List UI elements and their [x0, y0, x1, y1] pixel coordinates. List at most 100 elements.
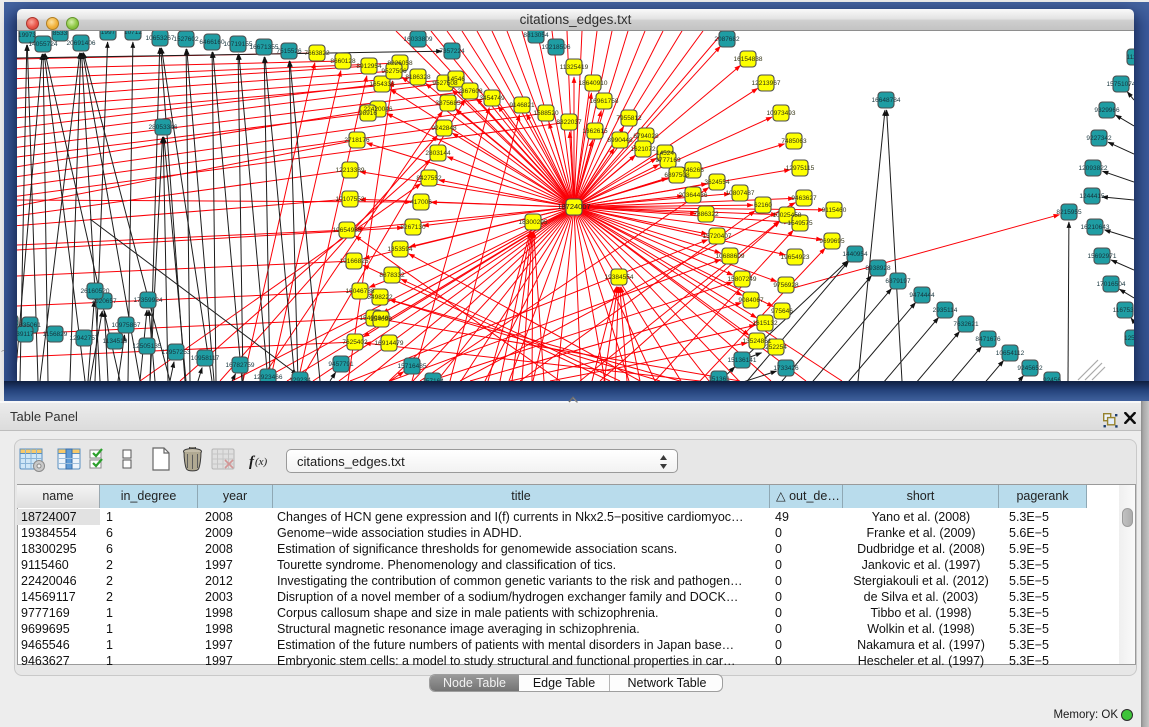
svg-text:8938928: 8938928: [865, 265, 891, 272]
svg-text:8878332: 8878332: [379, 272, 405, 279]
svg-text:8267130: 8267130: [400, 224, 426, 231]
svg-text:9227342: 9227342: [1086, 135, 1112, 142]
svg-text:154099: 154099: [370, 316, 392, 323]
svg-text:8990448: 8990448: [607, 137, 633, 144]
svg-text:28053346: 28053346: [149, 124, 178, 131]
svg-text:835061: 835061: [19, 322, 41, 329]
svg-text:1527602: 1527602: [173, 36, 199, 43]
svg-text:14055724: 14055724: [29, 41, 58, 48]
svg-text:(x): (x): [255, 456, 268, 468]
svg-text:8533: 8533: [53, 31, 68, 37]
svg-text:8912954: 8912954: [356, 63, 382, 70]
svg-text:17957253: 17957253: [162, 349, 191, 356]
svg-text:9084067: 9084067: [738, 297, 764, 304]
svg-text:8186328: 8186328: [405, 74, 431, 81]
svg-text:62160: 62160: [754, 202, 772, 209]
svg-text:8471676: 8471676: [975, 336, 1001, 343]
svg-text:8813054: 8813054: [523, 32, 549, 39]
svg-text:9474444: 9474444: [909, 292, 935, 299]
svg-text:19973: 19973: [18, 32, 36, 39]
svg-text:12093822: 12093822: [1079, 165, 1108, 172]
svg-text:12975115: 12975115: [786, 165, 815, 172]
svg-text:12505135: 12505135: [133, 343, 162, 350]
svg-text:15136141: 15136141: [728, 357, 757, 364]
svg-text:6466160: 6466160: [199, 39, 225, 46]
svg-text:2087682: 2087682: [714, 36, 740, 43]
svg-text:7632621: 7632621: [953, 321, 979, 328]
svg-text:8215955: 8215955: [1056, 209, 1082, 216]
svg-text:1156829: 1156829: [43, 331, 68, 338]
svg-text:2367608: 2367608: [457, 88, 483, 95]
svg-text:2020657: 2020657: [91, 298, 117, 305]
svg-text:7625402: 7625402: [342, 339, 368, 346]
svg-text:1549575: 1549575: [787, 220, 813, 227]
svg-text:11123: 11123: [1126, 54, 1134, 61]
svg-text:3498222: 3498222: [367, 294, 393, 301]
svg-text:14546: 14546: [447, 76, 465, 83]
svg-text:12213389: 12213389: [336, 167, 365, 174]
svg-text:16914479: 16914479: [375, 340, 404, 347]
svg-text:15807249: 15807249: [728, 276, 757, 283]
svg-text:16648784: 16648784: [872, 97, 901, 104]
svg-text:98916: 98916: [359, 110, 377, 117]
svg-text:9756928: 9756928: [773, 282, 799, 289]
svg-text:7485063: 7485063: [781, 138, 807, 145]
svg-text:10653267: 10653267: [146, 35, 175, 42]
svg-text:1134519: 1134519: [103, 338, 128, 345]
svg-text:1167535: 1167535: [1113, 307, 1134, 314]
svg-text:12923466: 12923466: [254, 374, 283, 381]
svg-text:39117: 39117: [17, 331, 34, 338]
svg-text:417006: 417006: [410, 199, 432, 206]
svg-text:8660128: 8660128: [330, 58, 356, 65]
svg-text:2935114: 2935114: [933, 307, 958, 314]
svg-text:16154838: 16154838: [734, 56, 763, 63]
svg-text:252254: 252254: [765, 344, 787, 351]
svg-text:15720407: 15720407: [703, 233, 732, 240]
svg-text:1353594: 1353594: [387, 246, 413, 253]
svg-text:3624554: 3624554: [704, 179, 730, 186]
svg-text:10654112: 10654112: [996, 350, 1025, 357]
svg-text:10719155: 10719155: [224, 41, 253, 48]
svg-text:19166825: 19166825: [340, 258, 369, 265]
svg-text:8226058: 8226058: [387, 60, 413, 67]
svg-text:1362615: 1362615: [582, 128, 608, 135]
svg-text:1588520: 1588520: [533, 110, 559, 117]
svg-text:6897508: 6897508: [664, 172, 690, 179]
svg-text:15692971: 15692971: [1088, 253, 1117, 260]
svg-text:20364436: 20364436: [679, 192, 708, 199]
svg-text:9146821: 9146821: [509, 102, 535, 109]
svg-text:1615132: 1615132: [752, 320, 778, 327]
svg-text:19384554: 19384554: [605, 274, 634, 281]
svg-text:2803144: 2803144: [425, 150, 451, 157]
svg-text:10025458: 10025458: [773, 212, 802, 219]
svg-text:18640910: 18640910: [579, 80, 608, 87]
svg-text:16961758: 16961758: [590, 98, 619, 105]
svg-text:9457791: 9457791: [328, 361, 354, 368]
svg-text:3875685: 3875685: [435, 100, 461, 107]
svg-text:7357224: 7357224: [439, 48, 465, 55]
svg-text:10107552: 10107552: [336, 196, 365, 203]
svg-text:9777169: 9777169: [655, 157, 681, 164]
svg-text:12213967: 12213967: [752, 80, 781, 87]
svg-text:10973493: 10973493: [767, 110, 796, 117]
svg-text:18724007: 18724007: [557, 202, 590, 211]
svg-text:20691406: 20691406: [67, 40, 96, 47]
svg-text:9245652: 9245652: [1017, 365, 1043, 372]
svg-text:9699695: 9699695: [819, 238, 845, 245]
svg-text:10975867: 10975867: [112, 322, 141, 329]
svg-text:1997: 1997: [101, 31, 116, 36]
svg-text:15751074: 15751074: [1107, 81, 1134, 88]
svg-text:19654985: 19654985: [333, 227, 362, 234]
svg-text:7955812: 7955812: [616, 115, 642, 122]
svg-text:12942757: 12942757: [70, 335, 99, 342]
svg-text:9329966: 9329966: [1094, 107, 1120, 114]
svg-text:6879197: 6879197: [885, 278, 911, 285]
svg-text:17359924: 17359924: [134, 297, 163, 304]
svg-text:19218596: 19218596: [542, 44, 571, 51]
svg-text:3454749: 3454749: [479, 95, 505, 102]
svg-text:2718176: 2718176: [344, 137, 370, 144]
svg-text:26160520: 26160520: [81, 288, 110, 295]
svg-text:19654923: 19654923: [781, 254, 810, 261]
svg-text:15716485: 15716485: [398, 363, 427, 370]
svg-text:7886322: 7886322: [693, 211, 719, 218]
